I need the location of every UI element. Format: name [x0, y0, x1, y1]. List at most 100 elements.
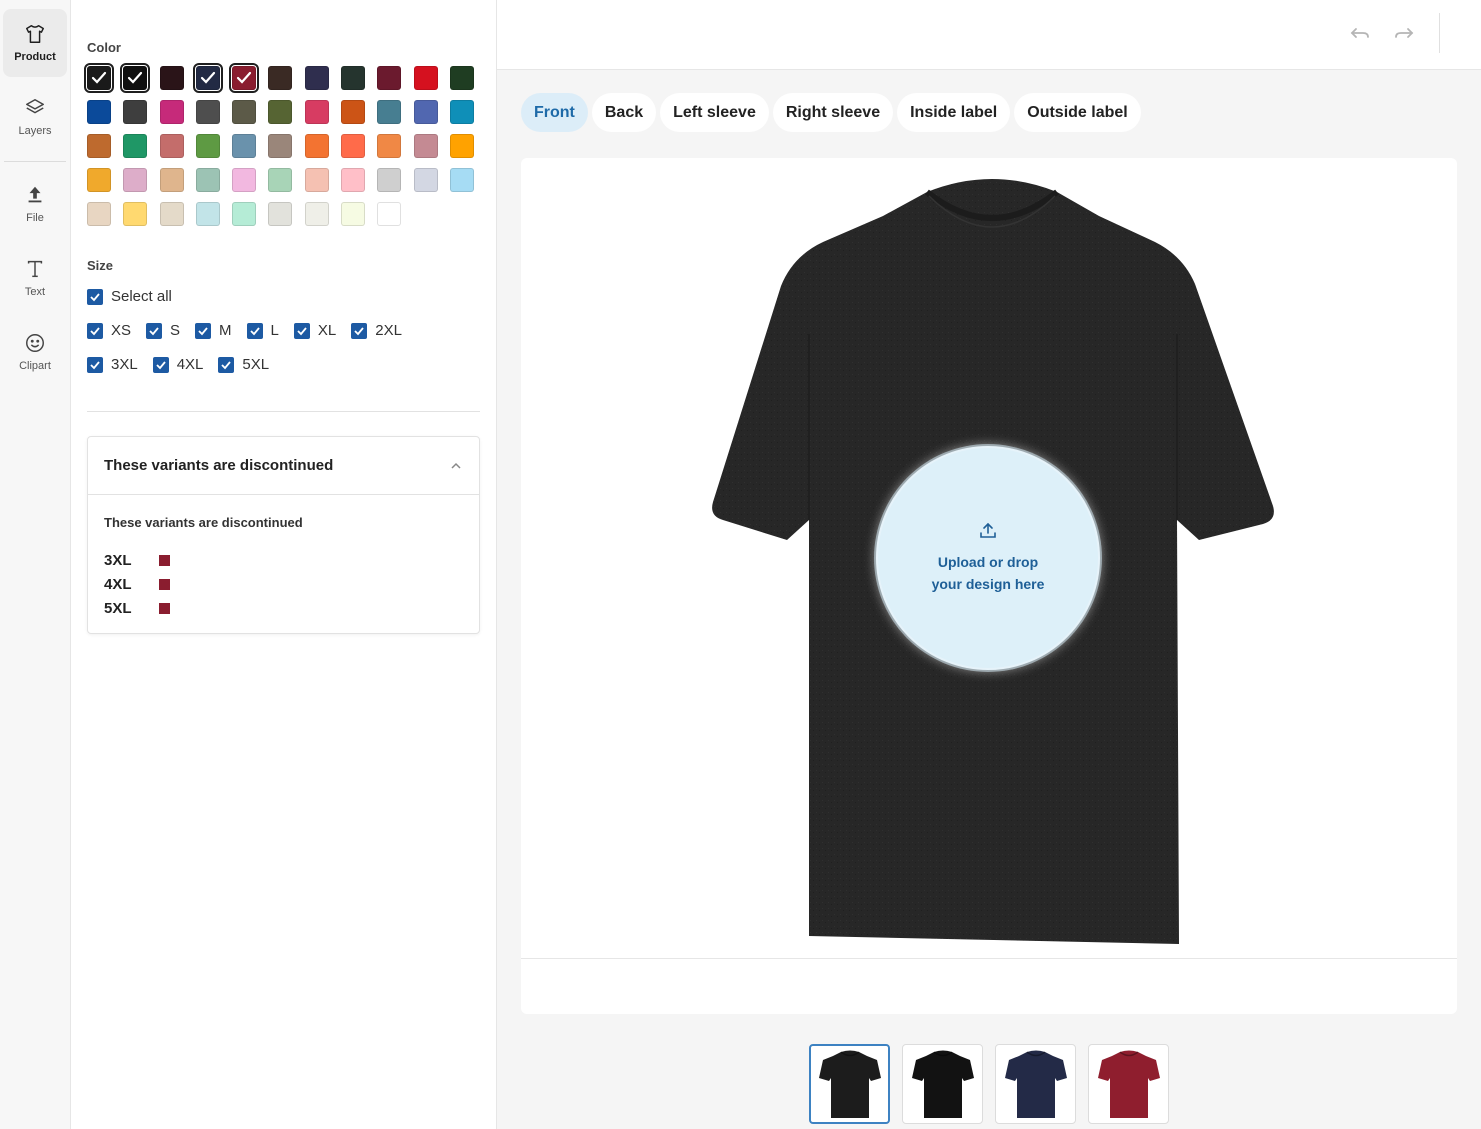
color-swatch[interactable] — [268, 134, 293, 158]
variant-thumbnail[interactable] — [902, 1044, 983, 1124]
color-swatch[interactable] — [377, 134, 402, 158]
undo-icon[interactable] — [1349, 22, 1371, 44]
size-label: 5XL — [242, 356, 270, 373]
upload-icon — [28, 186, 42, 203]
color-swatch[interactable] — [413, 168, 438, 192]
color-swatch[interactable] — [304, 202, 329, 226]
size-checkbox[interactable]: L — [246, 322, 279, 339]
color-swatch[interactable] — [195, 134, 220, 158]
tab-front[interactable]: Front — [521, 93, 588, 132]
color-swatch[interactable] — [123, 202, 148, 226]
discontinued-accordion-header[interactable]: These variants are discontinued — [88, 437, 479, 495]
rail-clipart[interactable]: Clipart — [3, 318, 67, 386]
size-row-1: XS S M L XL 2XL — [87, 322, 417, 339]
color-swatch[interactable] — [120, 63, 151, 93]
color-swatch[interactable] — [195, 100, 220, 124]
color-swatch[interactable] — [195, 168, 220, 192]
size-checkbox[interactable]: XL — [293, 322, 336, 339]
color-swatch[interactable] — [123, 168, 148, 192]
color-swatch[interactable] — [341, 202, 366, 226]
size-label: XS — [111, 322, 132, 339]
rail-layers[interactable]: Layers — [3, 83, 67, 151]
color-swatch[interactable] — [413, 100, 438, 124]
tab-left-sleeve[interactable]: Left sleeve — [660, 93, 769, 132]
color-swatch[interactable] — [87, 202, 111, 226]
check-icon — [237, 71, 252, 84]
rail-file[interactable]: File — [3, 170, 67, 238]
check-icon — [128, 71, 143, 84]
discontinued-size: 5XL — [104, 599, 132, 617]
color-swatch[interactable] — [159, 134, 184, 158]
rail-product[interactable]: Product — [3, 9, 67, 77]
tab-back[interactable]: Back — [591, 93, 657, 132]
tshirt-icon — [26, 25, 44, 43]
redo-icon[interactable] — [1393, 22, 1415, 44]
color-swatch[interactable] — [159, 66, 184, 90]
checkbox-checked-icon — [87, 322, 103, 339]
color-swatch[interactable] — [159, 168, 184, 192]
color-swatch[interactable] — [268, 202, 293, 226]
size-checkbox[interactable]: 2XL — [351, 322, 402, 339]
color-swatch[interactable] — [341, 168, 366, 192]
color-swatch[interactable] — [123, 100, 148, 124]
color-swatch[interactable] — [449, 168, 474, 192]
variant-thumbnail[interactable] — [995, 1044, 1076, 1124]
size-checkbox[interactable]: S — [146, 322, 180, 339]
color-swatch[interactable] — [232, 134, 257, 158]
tab-inside-label[interactable]: Inside label — [897, 93, 1011, 132]
color-swatch[interactable] — [449, 100, 474, 124]
color-swatch[interactable] — [229, 63, 260, 93]
size-checkbox[interactable]: XS — [87, 322, 131, 339]
color-swatch[interactable] — [304, 168, 329, 192]
color-swatch[interactable] — [341, 134, 366, 158]
color-swatch[interactable] — [413, 134, 438, 158]
color-swatch[interactable] — [123, 134, 148, 158]
variant-thumbnail[interactable] — [809, 1044, 890, 1124]
color-swatch[interactable] — [87, 100, 111, 124]
select-all-checkbox[interactable]: Select all — [87, 288, 172, 305]
color-swatch[interactable] — [304, 134, 329, 158]
size-checkbox[interactable]: 5XL — [218, 356, 269, 373]
product-settings-panel: Color Size Select all XS S M L XL 2XL 3XL 4XL 5… — [71, 0, 497, 1129]
design-drop-zone[interactable]: Upload or drop your design here — [876, 446, 1100, 670]
color-swatch[interactable] — [192, 63, 223, 93]
size-checkbox[interactable]: M — [195, 322, 232, 339]
rail-text[interactable]: Text — [3, 244, 67, 312]
color-swatch[interactable] — [377, 168, 402, 192]
checkbox-checked-icon — [293, 322, 310, 339]
color-swatch[interactable] — [87, 134, 111, 158]
color-swatch[interactable] — [232, 100, 257, 124]
design-workspace: Front Back Left sleeve Right sleeve Inside l… — [497, 0, 1481, 1129]
color-swatch[interactable] — [87, 168, 111, 192]
variant-thumbnails — [809, 1044, 1169, 1124]
color-swatch[interactable] — [449, 66, 474, 90]
tab-outside-label[interactable]: Outside label — [1014, 93, 1141, 132]
color-swatch[interactable] — [268, 66, 293, 90]
color-swatch[interactable] — [413, 66, 438, 90]
check-icon — [200, 71, 215, 84]
variant-thumbnail[interactable] — [1088, 1044, 1169, 1124]
rail-layers-label: Layers — [18, 125, 52, 137]
color-swatch[interactable] — [232, 168, 257, 192]
size-checkbox[interactable]: 3XL — [87, 356, 138, 373]
color-swatch[interactable] — [268, 100, 293, 124]
color-swatch[interactable] — [84, 63, 114, 93]
toolbar-divider — [1439, 13, 1440, 53]
tab-right-sleeve[interactable]: Right sleeve — [772, 93, 894, 132]
color-swatch[interactable] — [377, 202, 402, 226]
size-label: S — [170, 322, 181, 339]
checkbox-checked-icon — [87, 356, 103, 373]
color-swatch[interactable] — [159, 202, 184, 226]
size-checkbox[interactable]: 4XL — [152, 356, 203, 373]
color-swatch[interactable] — [304, 66, 329, 90]
color-swatch[interactable] — [304, 100, 329, 124]
color-swatch[interactable] — [195, 202, 220, 226]
color-swatch[interactable] — [232, 202, 257, 226]
color-swatch[interactable] — [449, 134, 474, 158]
color-swatch[interactable] — [159, 100, 184, 124]
color-swatch[interactable] — [377, 66, 402, 90]
color-swatch[interactable] — [341, 66, 366, 90]
color-swatch[interactable] — [377, 100, 402, 124]
color-swatch[interactable] — [268, 168, 293, 192]
color-swatch[interactable] — [341, 100, 366, 124]
